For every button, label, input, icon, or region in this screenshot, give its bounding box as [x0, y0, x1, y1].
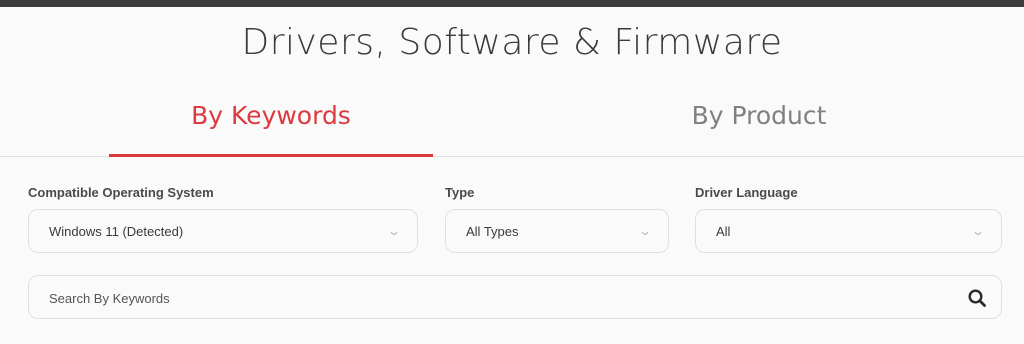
type-select[interactable]: All Types ⌄ [445, 209, 669, 253]
language-select-value: All [716, 224, 731, 239]
search-input[interactable] [49, 287, 929, 309]
os-select[interactable]: Windows 11 (Detected) ⌄ [28, 209, 418, 253]
page-title: Drivers, Software & Firmware [241, 22, 783, 63]
top-bar [0, 0, 1024, 7]
type-select-value: All Types [466, 224, 519, 239]
language-select[interactable]: All ⌄ [695, 209, 1002, 253]
type-label: Type [445, 185, 475, 200]
os-label: Compatible Operating System [28, 185, 214, 200]
os-select-value: Windows 11 (Detected) [49, 224, 184, 239]
language-label: Driver Language [695, 185, 798, 200]
tab-bar: By Keywords By Product [0, 88, 1024, 157]
chevron-down-icon: ⌄ [386, 224, 402, 238]
search-box [28, 275, 1002, 319]
tab-by-product[interactable]: By Product [597, 88, 921, 156]
chevron-down-icon: ⌄ [637, 224, 653, 238]
tab-by-keywords[interactable]: By Keywords [109, 88, 433, 157]
search-icon[interactable] [967, 288, 987, 308]
chevron-down-icon: ⌄ [970, 224, 986, 238]
